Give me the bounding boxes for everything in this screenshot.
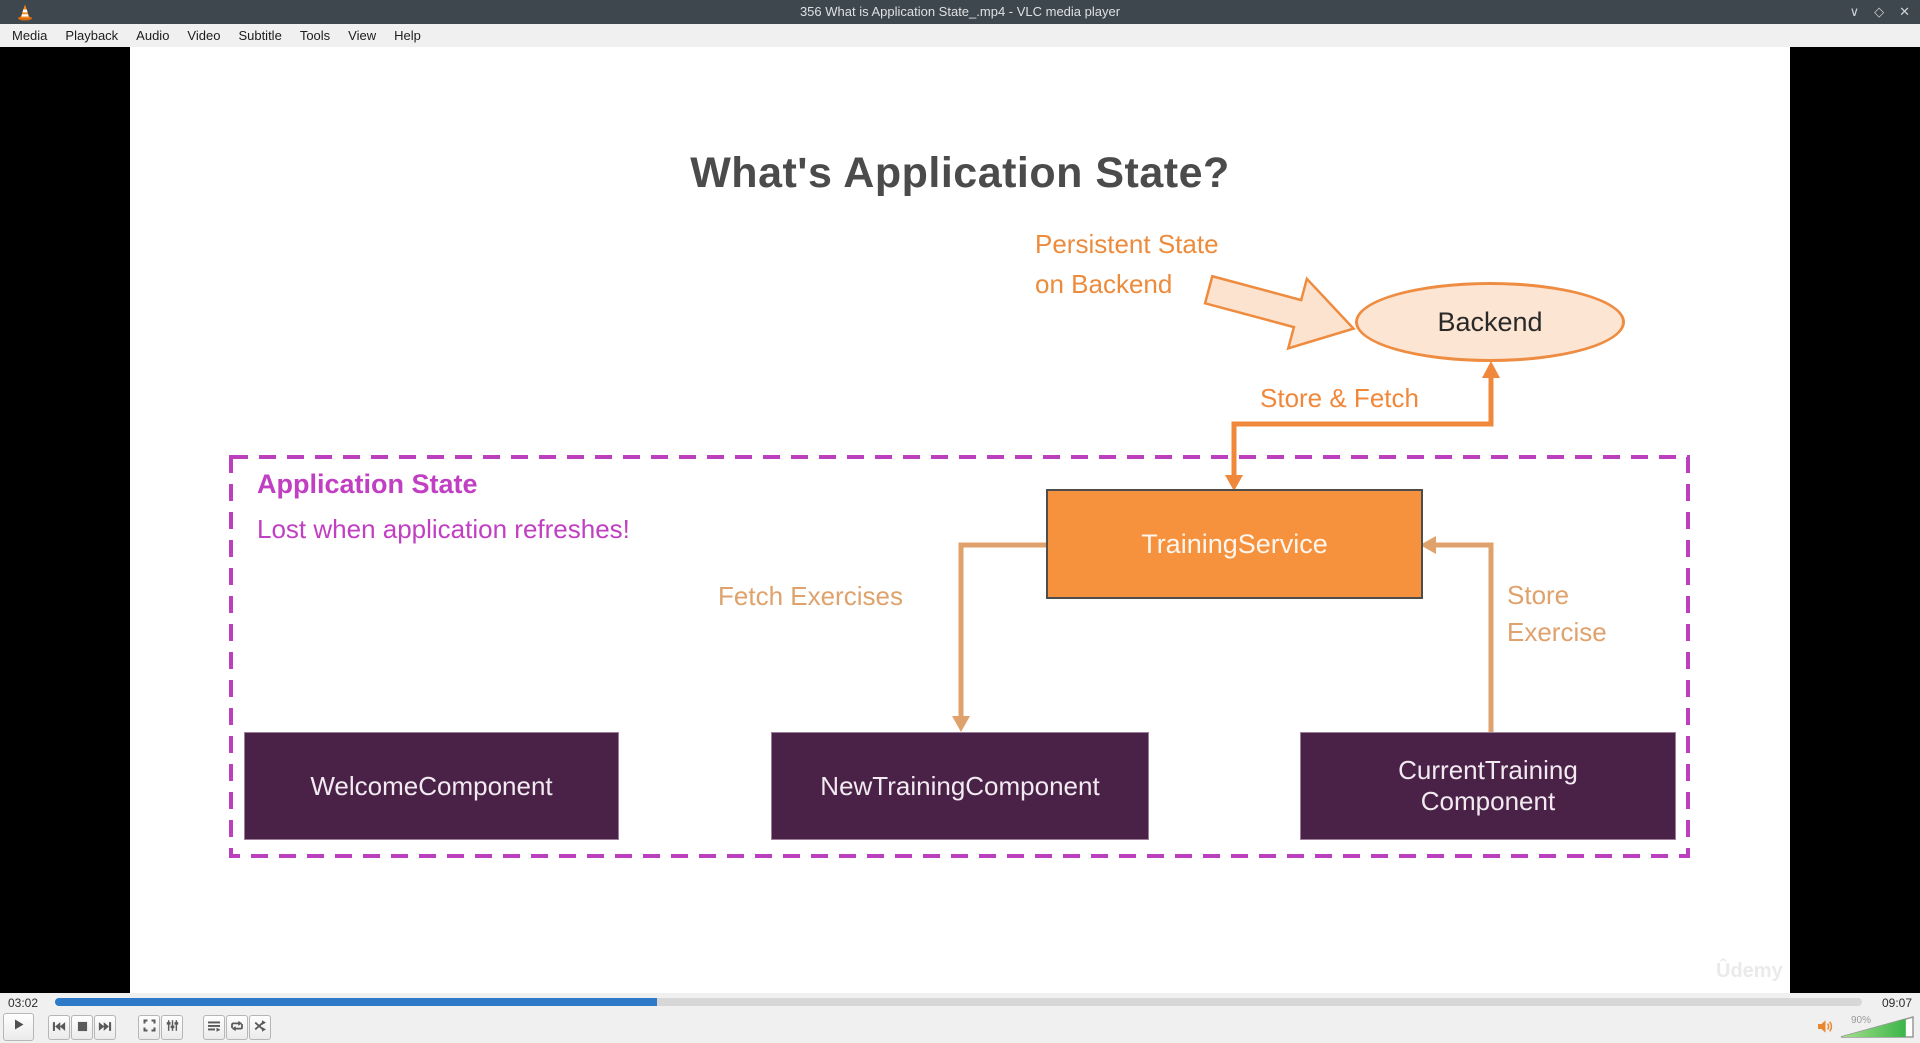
backend-label: Backend [1437,306,1543,337]
maximize-button[interactable]: ◇ [1874,0,1884,24]
extended-settings-button[interactable] [161,1015,183,1040]
window-controls: ∨ ◇ ✕ [1850,0,1910,24]
fullscreen-button[interactable] [138,1015,160,1040]
next-button[interactable] [94,1015,116,1040]
seek-bar[interactable] [55,998,1862,1006]
slide-content: What's Application State? Persistent Sta… [130,47,1790,993]
elapsed-time: 03:02 [8,996,39,1010]
menu-playback[interactable]: Playback [56,24,127,47]
random-icon [254,1019,267,1037]
player-controls: 03:02 09:07 90% [0,993,1920,1043]
current-training-component-label: CurrentTraining Component [1398,755,1578,816]
arrowhead-down [952,716,970,732]
menu-media[interactable]: Media [3,24,56,47]
backend-node: Backend [1355,282,1625,362]
store-exercise-connector [1435,542,1494,732]
previous-button[interactable] [48,1015,70,1040]
persistent-state-label: Persistent State on Backend [1035,229,1219,299]
play-icon [11,1017,26,1037]
menu-tools[interactable]: Tools [291,24,339,47]
total-time: 09:07 [1881,996,1912,1010]
loop-icon [230,1019,244,1037]
store-exercise-label: Store Exercise [1507,580,1607,647]
playlist-button[interactable] [203,1015,225,1040]
training-service-label: TrainingService [1141,528,1328,559]
menu-audio[interactable]: Audio [127,24,178,47]
fetch-exercises-label: Fetch Exercises [718,581,903,611]
slide-heading: What's Application State? [690,149,1230,197]
menu-bar: Media Playback Audio Video Subtitle Tool… [0,24,1920,47]
video-display-area[interactable]: What's Application State? Persistent Sta… [0,47,1920,993]
udemy-watermark: Ûdemy [1716,960,1783,982]
fullscreen-icon [143,1019,156,1037]
stop-button[interactable] [71,1015,93,1040]
block-arrow [1203,274,1356,351]
menu-video[interactable]: Video [178,24,229,47]
minimize-button[interactable]: ∨ [1850,0,1860,24]
fetch-exercises-connector [958,542,1046,717]
title-bar: 356 What is Application State_.mp4 - VLC… [0,0,1920,24]
play-button[interactable] [3,1013,34,1041]
loop-button[interactable] [226,1015,248,1040]
window-title: 356 What is Application State_.mp4 - VLC… [799,4,1121,19]
random-button[interactable] [249,1015,271,1040]
menu-view[interactable]: View [339,24,385,47]
volume-icon[interactable] [1817,1019,1834,1034]
playlist-icon [207,1019,221,1037]
arrowhead-up [1482,361,1500,378]
seek-bar-fill [55,998,657,1006]
new-training-component-label: NewTrainingComponent [820,770,1100,801]
training-service-node: TrainingService [1046,489,1423,599]
stop-icon [77,1019,88,1037]
transport-buttons: 90% [0,1012,1920,1043]
extended-settings-icon [166,1019,179,1037]
volume-percentage: 90% [1851,1015,1872,1026]
close-button[interactable]: ✕ [1899,0,1910,24]
application-state-subtitle: Lost when application refreshes! [257,514,630,544]
menu-subtitle[interactable]: Subtitle [229,24,290,47]
new-training-component-node: NewTrainingComponent [771,732,1149,840]
welcome-component-node: WelcomeComponent [244,732,619,840]
application-state-title: Application State [257,469,478,499]
menu-help[interactable]: Help [385,24,430,47]
welcome-component-label: WelcomeComponent [310,770,553,801]
current-training-component-node: CurrentTraining Component [1300,732,1676,840]
previous-icon [52,1019,66,1037]
store-fetch-label: Store & Fetch [1260,383,1419,413]
next-icon [98,1019,112,1037]
